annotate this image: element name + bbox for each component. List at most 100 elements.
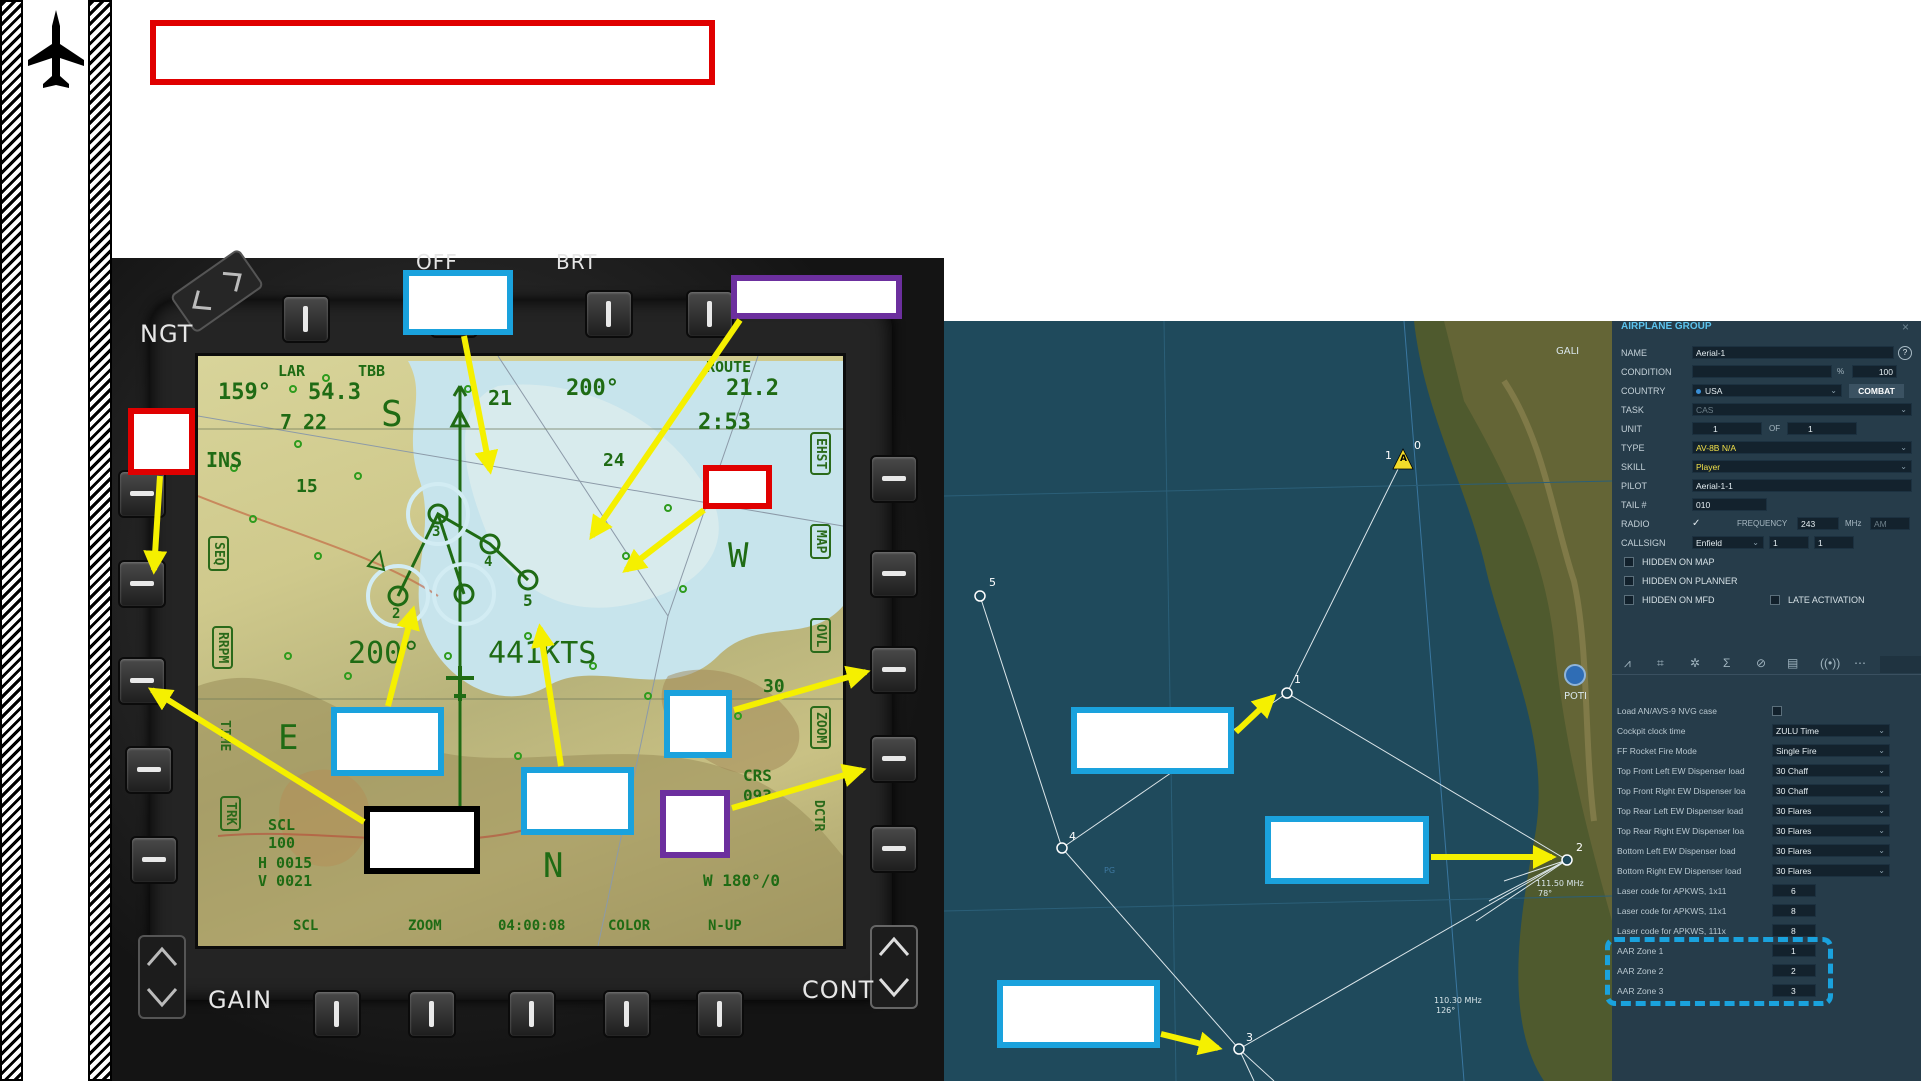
hidden-on-planner-label: HIDDEN ON PLANNER <box>1642 576 1738 586</box>
osb-bottom-4[interactable] <box>603 990 651 1038</box>
country-select[interactable]: USA ⌄ <box>1692 384 1842 397</box>
osb-left-2[interactable] <box>118 560 166 608</box>
callsign-number[interactable]: 1 <box>1814 536 1854 549</box>
brt-label: BRT <box>556 250 598 274</box>
bottom-nup: N-UP <box>708 918 742 934</box>
osb-right-4[interactable] <box>870 735 918 783</box>
radio-checkbox[interactable]: ✓ <box>1692 519 1702 529</box>
waypoint-label-5: 5 <box>523 591 533 610</box>
tab-highlight <box>1880 656 1921 673</box>
more-icon[interactable]: ⋯ <box>1854 656 1866 670</box>
loadout-icon[interactable]: ⌗ <box>1657 656 1664 671</box>
osb-right-3[interactable] <box>870 646 918 694</box>
panel-close-button[interactable]: × <box>1902 320 1909 334</box>
option-select[interactable]: 30 Flares ⌄ <box>1772 804 1890 817</box>
late-activation-checkbox[interactable] <box>1770 595 1780 605</box>
mission-editor-map[interactable]: 1 0 A 1 2 3 4 5 GALI POTI 111.50 MHz 78°… <box>944 321 1612 1081</box>
annotation-box-3 <box>128 408 195 475</box>
unit-stepper[interactable]: 1 <box>1692 422 1762 435</box>
condition-value[interactable]: 100 <box>1852 365 1897 378</box>
option-select[interactable]: 30 Flares ⌄ <box>1772 864 1890 877</box>
name-row: NAME Aerial-1 ? <box>1612 345 1921 362</box>
unit-count-stepper[interactable]: 1 <box>1787 422 1857 435</box>
osb-bottom-5[interactable] <box>696 990 744 1038</box>
option-stepper[interactable]: 8 <box>1772 924 1816 937</box>
option-value: 30 Flares <box>1776 866 1812 876</box>
hidden-on-map-checkbox[interactable] <box>1624 557 1634 567</box>
payload-icon[interactable]: ▤ <box>1787 656 1798 670</box>
waypoint-label-2: 2 <box>392 606 401 622</box>
waypoint-label-3: 3 <box>432 524 441 540</box>
wp-a-altitude: 0 <box>1414 439 1421 452</box>
option-select[interactable]: 30 Chaff ⌄ <box>1772 764 1890 777</box>
name-label: NAME <box>1621 348 1648 358</box>
option-stepper[interactable]: 6 <box>1772 884 1816 897</box>
combat-button[interactable]: COMBAT <box>1849 384 1904 398</box>
osb-top-1[interactable] <box>282 295 330 343</box>
callsign-flight[interactable]: 1 <box>1769 536 1809 549</box>
name-field[interactable]: Aerial-1 <box>1692 346 1894 359</box>
osb-top-3[interactable] <box>585 290 633 338</box>
osb-left-3[interactable] <box>118 657 166 705</box>
pilot-field[interactable]: Aerial-1-1 <box>1692 479 1912 492</box>
osb-bottom-2[interactable] <box>408 990 456 1038</box>
hide-icon[interactable]: ⊘ <box>1756 656 1766 670</box>
ngt-label: NGT <box>140 320 194 348</box>
hidden-on-mfd-checkbox[interactable] <box>1624 595 1634 605</box>
help-button[interactable]: ? <box>1898 346 1912 360</box>
route-heading: 200° <box>566 376 619 401</box>
chevron-down-icon: ⌄ <box>1878 746 1885 755</box>
right-vlabel-dctr: DCTR <box>811 800 826 832</box>
nvg-checkbox[interactable] <box>1772 706 1782 716</box>
tail-field[interactable]: 010 <box>1692 498 1767 511</box>
cont-rocker[interactable] <box>870 925 918 1009</box>
osb-left-4[interactable] <box>125 746 173 794</box>
osb-left-1[interactable] <box>118 470 166 518</box>
triggers-icon[interactable]: ✲ <box>1690 656 1700 670</box>
callsign-label: CALLSIGN <box>1621 538 1666 548</box>
option-select[interactable]: Single Fire ⌄ <box>1772 744 1890 757</box>
panel-tab-bar: ⩘ ⌗ ✲ Σ ⊘ ▤ ((•)) ⋯ <box>1612 656 1921 675</box>
option-stepper[interactable]: 8 <box>1772 904 1816 917</box>
callsign-select[interactable]: Enfield ⌄ <box>1692 536 1764 549</box>
option-select[interactable]: ZULU Time ⌄ <box>1772 724 1890 737</box>
frequency-field[interactable]: 243 <box>1797 517 1839 530</box>
type-select[interactable]: AV-8B N/A ⌄ <box>1692 441 1912 454</box>
osb-right-2[interactable] <box>870 550 918 598</box>
route-icon[interactable]: ⩘ <box>1624 656 1631 671</box>
radio-icon[interactable]: ((•)) <box>1820 656 1840 670</box>
option-select[interactable]: 30 Flares ⌄ <box>1772 844 1890 857</box>
chevron-down-icon: ⌄ <box>1878 786 1885 795</box>
chevron-down-icon: ⌄ <box>1752 538 1759 547</box>
mfd-screen: LAR 159° 7 22 INS TBB 54.3 S 21 ROUTE 20… <box>195 353 846 949</box>
osb-left-5[interactable] <box>130 836 178 884</box>
task-label: TASK <box>1621 405 1644 415</box>
modulation-select[interactable]: AM <box>1870 517 1910 530</box>
crs-value: 093 <box>743 786 772 805</box>
city-poti: POTI <box>1564 691 1587 702</box>
option-select[interactable]: 30 Flares ⌄ <box>1772 824 1890 837</box>
beacon-bearing-1: 78° <box>1538 889 1553 898</box>
scale-30: 30 <box>763 676 785 697</box>
option-select[interactable]: 30 Chaff ⌄ <box>1772 784 1890 797</box>
lar-label: LAR <box>278 362 306 380</box>
left-vlabel-trk: TRK <box>220 796 241 832</box>
lar-heading: 159° <box>218 380 271 405</box>
summary-icon[interactable]: Σ <box>1723 656 1730 670</box>
chevron-down-icon: ⌄ <box>1878 826 1885 835</box>
tbb-value: 54.3 <box>308 380 361 405</box>
ground-speed: 441KTS <box>488 636 597 671</box>
gain-rocker[interactable] <box>138 935 186 1019</box>
panel-title: AIRPLANE GROUP <box>1621 321 1712 332</box>
osb-top-4[interactable] <box>686 290 734 338</box>
osb-right-1[interactable] <box>870 455 918 503</box>
condition-slider[interactable] <box>1692 365 1832 378</box>
scl-value: 100 <box>268 834 296 852</box>
chevron-down-icon: ⌄ <box>1900 462 1907 471</box>
osb-right-5[interactable] <box>870 825 918 873</box>
osb-bottom-3[interactable] <box>508 990 556 1038</box>
hidden-on-planner-checkbox[interactable] <box>1624 576 1634 586</box>
osb-bottom-1[interactable] <box>313 990 361 1038</box>
task-select[interactable]: CAS ⌄ <box>1692 403 1912 416</box>
skill-select[interactable]: Player ⌄ <box>1692 460 1912 473</box>
